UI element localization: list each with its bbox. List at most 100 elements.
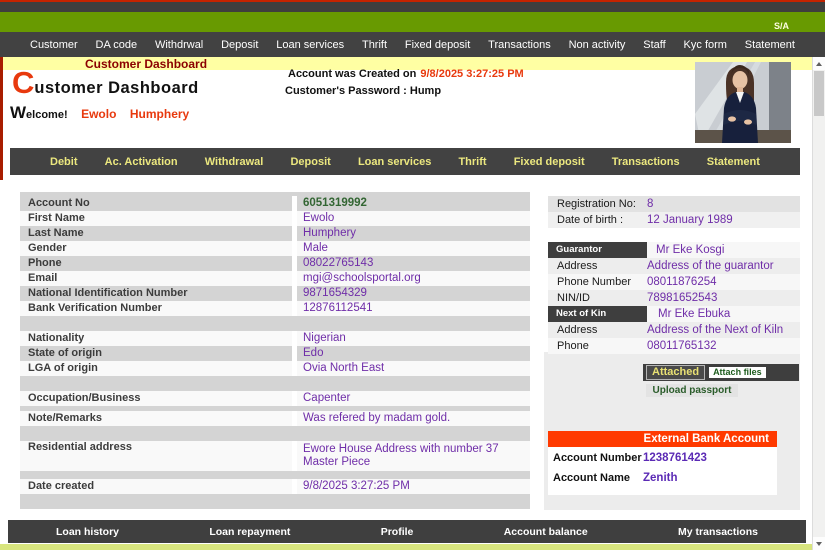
nav-item-non-activity[interactable]: Non activity bbox=[569, 39, 626, 51]
birth-value: 12 January 1989 bbox=[647, 212, 800, 228]
guarantor-nin-row: NIN/ID 78981652543 bbox=[548, 290, 800, 306]
next-of-kin-address-row: Address Address of the Next of Kiln bbox=[548, 322, 800, 338]
table-row: Bank Verification Number 12876112541 bbox=[20, 301, 530, 316]
account-nav-fixed-deposit[interactable]: Fixed deposit bbox=[514, 156, 585, 168]
next-of-kin-phone-row: Phone 08011765132 bbox=[548, 338, 800, 354]
next-of-kin-header-row: Next of Kin Mr Eke Ebuka bbox=[548, 306, 800, 322]
nav-item-staff[interactable]: Staff bbox=[643, 39, 665, 51]
table-row: Residential address Ewore House Address … bbox=[20, 441, 530, 471]
customer-first-name: Ewolo bbox=[81, 107, 116, 121]
scroll-up-icon[interactable] bbox=[813, 57, 825, 70]
account-nav-deposit[interactable]: Deposit bbox=[290, 156, 330, 168]
field-label: National Identification Number bbox=[20, 286, 292, 301]
next-of-kin-address: Address of the Next of Kiln bbox=[647, 322, 800, 338]
nav-item-customer[interactable]: Customer bbox=[30, 39, 78, 51]
account-nav-ac-activation[interactable]: Ac. Activation bbox=[105, 156, 178, 168]
field-value: Humphery bbox=[297, 226, 530, 241]
account-nav-statement[interactable]: Statement bbox=[707, 156, 760, 168]
table-row: Email mgi@schoolsportal.org bbox=[20, 271, 530, 286]
guarantor-nin: 78981652543 bbox=[647, 290, 800, 306]
guarantor-phone-row: Phone Number 08011876254 bbox=[548, 274, 800, 290]
table-spacer bbox=[20, 494, 530, 509]
nav-item-kyc-form[interactable]: Kyc form bbox=[684, 39, 727, 51]
field-value: Capenter bbox=[297, 391, 530, 406]
guarantor-address: Address of the guarantor bbox=[647, 258, 800, 274]
scrollbar[interactable] bbox=[812, 57, 825, 550]
nav-item-deposit[interactable]: Deposit bbox=[221, 39, 258, 51]
registration-value: 8 bbox=[647, 196, 800, 212]
field-value: 9871654329 bbox=[297, 286, 530, 301]
bottom-nav-account-balance[interactable]: Account balance bbox=[504, 526, 588, 538]
field-label: Nationality bbox=[20, 331, 292, 346]
table-row: State of origin Edo bbox=[20, 346, 530, 361]
external-bank-header: External Bank Account bbox=[548, 431, 777, 447]
customer-dashboard-page: S/A Customer DA code Withdrwal Deposit L… bbox=[0, 0, 825, 550]
guarantor-phone: 08011876254 bbox=[647, 274, 800, 290]
account-nav-thrift[interactable]: Thrift bbox=[458, 156, 486, 168]
nav-item-da-code[interactable]: DA code bbox=[96, 39, 138, 51]
field-label: Note/Remarks bbox=[20, 411, 292, 426]
birth-label: Date of birth : bbox=[548, 212, 647, 228]
account-nav: Debit Ac. Activation Withdrawal Deposit … bbox=[10, 148, 800, 175]
table-row: LGA of origin Ovia North East bbox=[20, 361, 530, 376]
customer-photo bbox=[695, 62, 791, 143]
created-line: Account was Created on9/8/2025 3:27:25 P… bbox=[288, 68, 524, 80]
account-nav-withdrawal[interactable]: Withdrawal bbox=[205, 156, 264, 168]
table-row: Account No 6051319992 bbox=[20, 196, 530, 211]
upload-passport-button[interactable]: Upload passport bbox=[646, 384, 738, 397]
customer-last-name: Humphery bbox=[130, 107, 189, 121]
field-label: State of origin bbox=[20, 346, 292, 361]
field-label: Date created bbox=[20, 479, 292, 494]
bottom-nav-loan-repayment[interactable]: Loan repayment bbox=[209, 526, 290, 538]
field-value: 08022765143 bbox=[297, 256, 530, 271]
field-value: 12876112541 bbox=[297, 301, 530, 316]
field-label: Residential address bbox=[20, 441, 292, 471]
attached-button[interactable]: Attached bbox=[646, 365, 705, 380]
welcome-text: elcome! bbox=[26, 109, 68, 121]
registration-label: Registration No: bbox=[548, 196, 647, 212]
guarantor-address-row: Address Address of the guarantor bbox=[548, 258, 800, 274]
password-line: Customer's Password : Hump bbox=[285, 85, 441, 97]
field-value: Was refered by madam gold. bbox=[297, 411, 530, 426]
attach-files-button[interactable]: Attach files bbox=[709, 367, 766, 378]
bottom-nav-loan-history[interactable]: Loan history bbox=[56, 526, 119, 538]
table-row: Phone 08022765143 bbox=[20, 256, 530, 271]
scrollbar-thumb[interactable] bbox=[814, 71, 824, 116]
table-spacer bbox=[20, 471, 530, 479]
table-row: Last Name Humphery bbox=[20, 226, 530, 241]
table-row: Date created 9/8/2025 3:27:25 PM bbox=[20, 479, 530, 494]
table-spacer bbox=[20, 426, 530, 441]
nav-item-fixed-deposit[interactable]: Fixed deposit bbox=[405, 39, 470, 51]
account-nav-transactions[interactable]: Transactions bbox=[612, 156, 680, 168]
scroll-down-icon[interactable] bbox=[813, 537, 825, 550]
table-spacer bbox=[20, 376, 530, 391]
field-value: Ewore House Address with number 37 Maste… bbox=[297, 441, 530, 471]
bottom-nav-my-transactions[interactable]: My transactions bbox=[678, 526, 758, 538]
nav-item-loan-services[interactable]: Loan services bbox=[276, 39, 344, 51]
field-value: 9/8/2025 3:27:25 PM bbox=[297, 479, 530, 494]
nav-item-transactions[interactable]: Transactions bbox=[488, 39, 551, 51]
title-text: ustomer Dashboard bbox=[34, 79, 198, 97]
bottom-nav-profile[interactable]: Profile bbox=[381, 526, 414, 538]
account-nav-loan-services[interactable]: Loan services bbox=[358, 156, 431, 168]
field-label: Email bbox=[20, 271, 292, 286]
registration-row: Registration No: 8 bbox=[548, 196, 800, 212]
window-title-bar bbox=[0, 2, 825, 12]
table-row: Nationality Nigerian bbox=[20, 331, 530, 346]
guarantor-header: Guarantor bbox=[548, 242, 647, 258]
field-value: Edo bbox=[297, 346, 530, 361]
birth-row: Date of birth : 12 January 1989 bbox=[548, 212, 800, 228]
table-row: Gender Male bbox=[20, 241, 530, 256]
welcome-dropcap: W bbox=[10, 103, 26, 122]
attachments-bar: Attached Attach files bbox=[643, 364, 799, 381]
nav-item-thrift[interactable]: Thrift bbox=[362, 39, 387, 51]
bottom-nav: Loan history Loan repayment Profile Acco… bbox=[8, 520, 806, 543]
field-label: LGA of origin bbox=[20, 361, 292, 376]
table-row: Note/Remarks Was refered by madam gold. bbox=[20, 411, 530, 426]
next-of-kin-header: Next of Kin bbox=[548, 306, 647, 322]
account-nav-debit[interactable]: Debit bbox=[50, 156, 78, 168]
field-label: Bank Verification Number bbox=[20, 301, 292, 316]
nav-item-statement[interactable]: Statement bbox=[745, 39, 795, 51]
table-row: First Name Ewolo bbox=[20, 211, 530, 226]
nav-item-withdrawal[interactable]: Withdrwal bbox=[155, 39, 203, 51]
